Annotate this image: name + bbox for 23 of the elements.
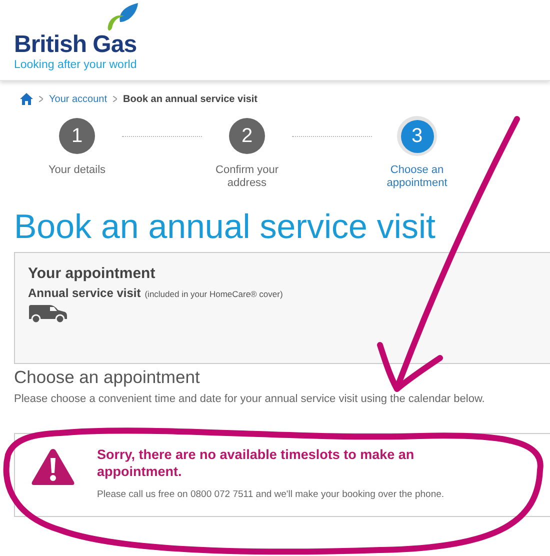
alert-detail: Please call us free on 0800 072 7511 and we'll make your booking over the phone. [97, 489, 446, 500]
breadcrumb-link[interactable]: Your account [49, 94, 108, 104]
step-number: 1 [59, 118, 95, 154]
brand-name[interactable]: British Gas [14, 32, 144, 58]
chevron-icon [113, 96, 118, 102]
service-note: (included in your HomeCare® cover) [144, 289, 283, 299]
step-label: Your details [47, 164, 107, 177]
brand-tagline: Looking after your world [14, 58, 138, 72]
breadcrumb-current: Book an annual service visit [123, 94, 258, 104]
instruction-text: Please choose a convenient time and date for your annual service visit using the calendar below. [14, 393, 486, 405]
step-label: Choose an appointment [386, 164, 448, 190]
van-icon [28, 304, 68, 324]
section-heading: Choose an appointment [14, 366, 201, 388]
alert-message: Sorry, there are no available timeslots to make an appointment. [97, 446, 416, 480]
warning-icon [31, 448, 75, 486]
appointment-heading: Your appointment [28, 265, 156, 282]
step-label: Confirm your address [214, 164, 280, 190]
chevron-icon [39, 96, 43, 102]
step-number: 3 [400, 120, 434, 152]
home-icon[interactable] [20, 93, 33, 105]
step-number: 2 [229, 118, 265, 154]
service-name: Annual service visit [28, 286, 141, 300]
page-title: Book an annual service visit [14, 208, 436, 246]
